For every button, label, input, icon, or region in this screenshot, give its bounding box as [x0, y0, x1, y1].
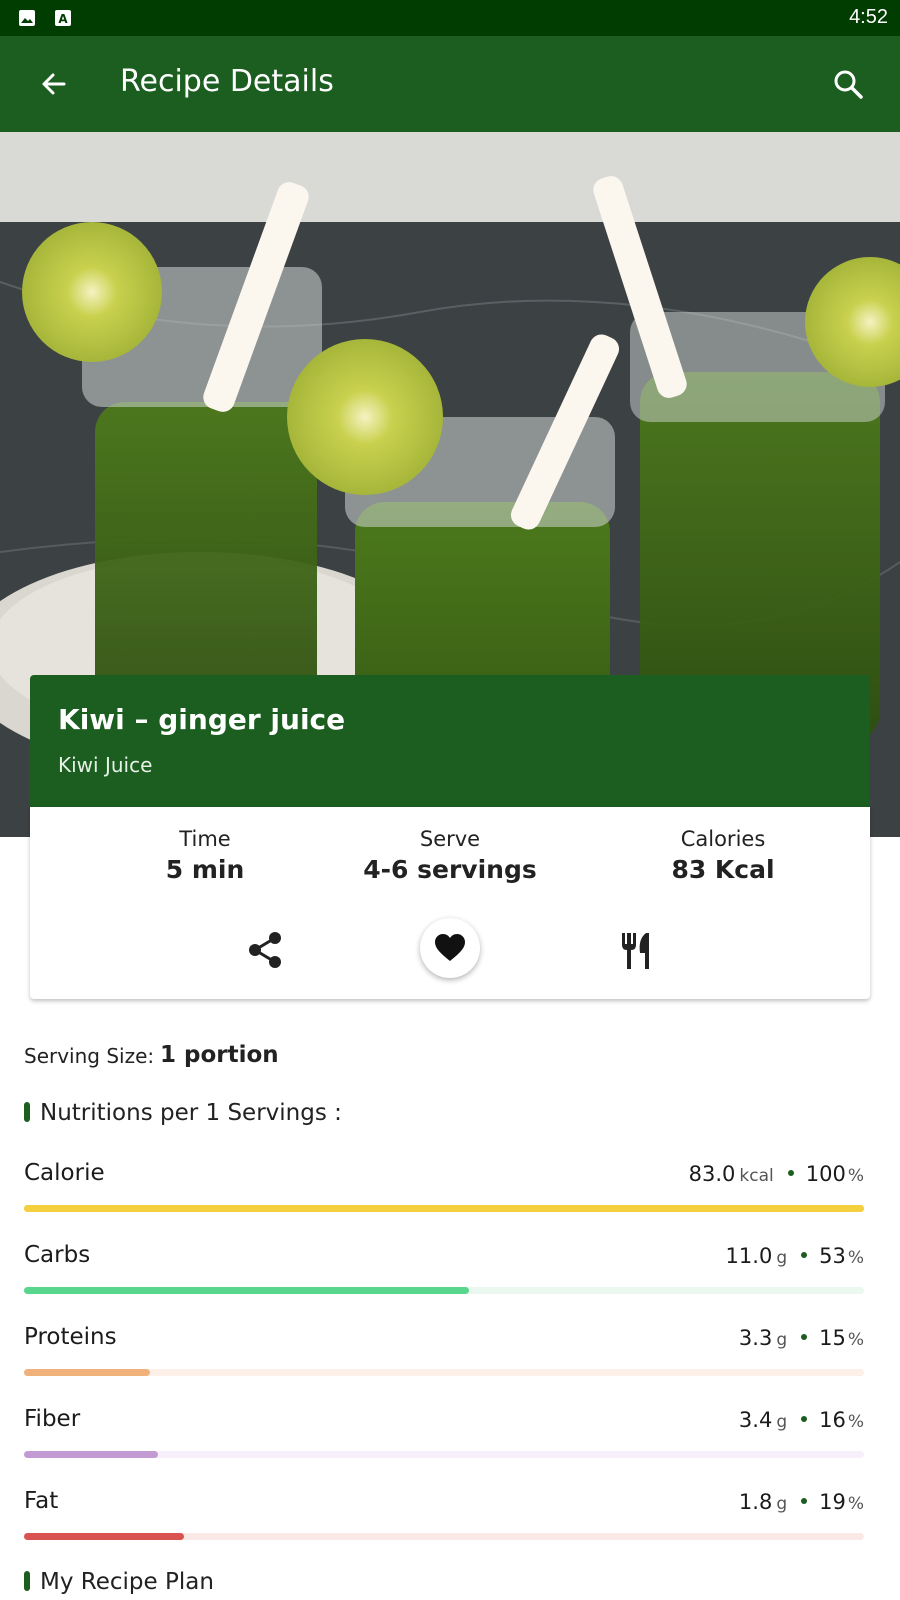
recipe-info-card: Time 5 min Serve 4-6 servings Calories 8…	[30, 807, 870, 999]
nutrition-title: Nutritions per 1 Servings :	[40, 1100, 342, 1126]
nutrient-progress-track	[24, 1369, 864, 1376]
separator-dot	[801, 1498, 808, 1504]
nutrient-progress-track	[24, 1205, 864, 1212]
separator-dot	[787, 1170, 794, 1176]
stat-time: Time 5 min	[85, 827, 325, 884]
separator-dot	[801, 1416, 808, 1422]
nutrient-unit: kcal	[739, 1166, 774, 1186]
nutrient-progress-fill	[24, 1369, 150, 1376]
recipe-plan-header: My Recipe Plan	[24, 1569, 214, 1595]
app-bar: Recipe Details	[0, 36, 900, 132]
nutrient-unit: g	[776, 1330, 788, 1350]
recipe-title-card: Kiwi – ginger juice Kiwi Juice	[30, 675, 870, 807]
nutrient-amount: 83.0 kcal 100%	[689, 1162, 864, 1186]
nutrient-progress-fill	[24, 1287, 470, 1294]
percent-sign: %	[847, 1248, 864, 1268]
stat-value: 5 min	[165, 855, 245, 884]
stat-value: 83 Kcal	[671, 855, 775, 884]
cutlery-icon[interactable]	[612, 925, 662, 975]
nutrient-name: Calorie	[24, 1160, 105, 1186]
back-arrow-icon[interactable]	[36, 66, 72, 102]
image-icon	[19, 10, 35, 26]
nutrient-amount: 3.4 g 16%	[739, 1408, 864, 1432]
nutrition-header: Nutritions per 1 Servings :	[24, 1100, 342, 1126]
nutrient-percent: 53	[819, 1244, 846, 1268]
stat-label: Time	[179, 827, 231, 851]
nutrient-name: Proteins	[24, 1324, 117, 1350]
nutrient-percent: 16	[819, 1408, 846, 1432]
nutrient-value: 3.4	[738, 1408, 773, 1432]
nutrition-row-carbs: Carbs 11.0 g 53%	[24, 1242, 864, 1312]
status-bar: A 4:52	[0, 0, 900, 36]
percent-sign: %	[847, 1494, 864, 1514]
nutrient-progress-fill	[24, 1451, 159, 1458]
favorite-button[interactable]	[420, 918, 480, 978]
stat-label: Serve	[419, 827, 481, 851]
nutrient-amount: 11.0 g 53%	[726, 1244, 864, 1268]
heart-icon	[435, 934, 465, 961]
share-icon[interactable]	[241, 925, 291, 975]
nutrient-progress-track	[24, 1533, 864, 1540]
nutrient-name: Carbs	[24, 1242, 91, 1268]
recipe-category: Kiwi Juice	[58, 753, 153, 777]
percent-sign: %	[847, 1330, 864, 1350]
nutrition-row-calorie: Calorie 83.0 kcal 100%	[24, 1160, 864, 1230]
percent-sign: %	[847, 1412, 864, 1432]
nutrient-percent: 19	[819, 1490, 846, 1514]
nutrient-progress-fill	[24, 1533, 184, 1540]
nutrient-value: 3.3	[738, 1326, 773, 1350]
recipe-plan-title: My Recipe Plan	[40, 1569, 214, 1595]
nutrient-percent: 15	[819, 1326, 846, 1350]
nutrient-value: 1.8	[738, 1490, 773, 1514]
nutrient-percent: 100	[805, 1162, 846, 1186]
nutrient-unit: g	[776, 1412, 788, 1432]
nutrition-row-fat: Fat 1.8 g 19%	[24, 1488, 864, 1558]
separator-dot	[801, 1252, 808, 1258]
nutrition-row-fiber: Fiber 3.4 g 16%	[24, 1406, 864, 1476]
nutrient-value: 83.0	[688, 1162, 736, 1186]
nutrient-unit: g	[776, 1494, 788, 1514]
nutrient-progress-fill	[24, 1205, 864, 1212]
stat-serve: Serve 4-6 servings	[330, 827, 570, 884]
serving-size-label: Serving Size:	[24, 1044, 155, 1068]
status-time: 4:52	[849, 6, 888, 28]
nutrient-name: Fiber	[24, 1406, 81, 1432]
stat-label: Calories	[680, 827, 766, 851]
page-title: Recipe Details	[120, 64, 334, 99]
section-marker	[24, 1571, 30, 1591]
text-a-icon: A	[55, 10, 71, 26]
section-marker	[24, 1102, 30, 1122]
serving-size-value: 1 portion	[160, 1042, 279, 1068]
nutrient-unit: g	[776, 1248, 788, 1268]
nutrient-value: 11.0	[725, 1244, 773, 1268]
percent-sign: %	[847, 1166, 864, 1186]
nutrient-progress-track	[24, 1287, 864, 1294]
stat-calories: Calories 83 Kcal	[603, 827, 843, 884]
nutrient-name: Fat	[24, 1488, 59, 1514]
nutrient-amount: 1.8 g 19%	[739, 1490, 864, 1514]
search-icon[interactable]	[830, 66, 866, 102]
recipe-name: Kiwi – ginger juice	[58, 703, 346, 736]
stat-value: 4-6 servings	[363, 855, 537, 884]
nutrient-progress-track	[24, 1451, 864, 1458]
nutrition-row-proteins: Proteins 3.3 g 15%	[24, 1324, 864, 1394]
nutrient-amount: 3.3 g 15%	[739, 1326, 864, 1350]
svg-text:A: A	[58, 12, 68, 26]
separator-dot	[801, 1334, 808, 1340]
